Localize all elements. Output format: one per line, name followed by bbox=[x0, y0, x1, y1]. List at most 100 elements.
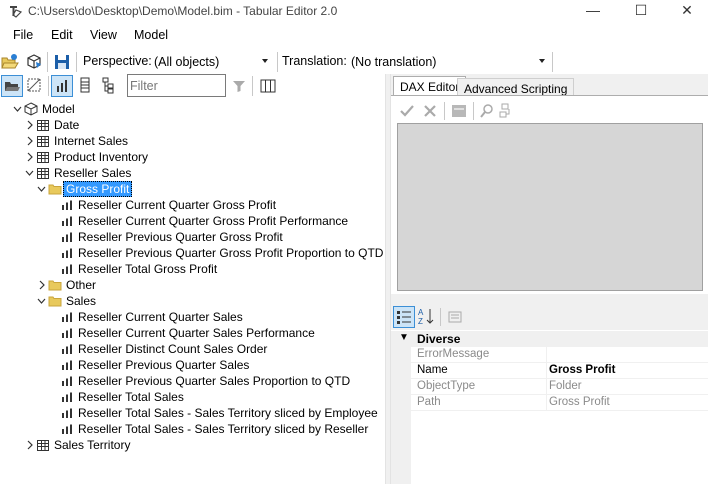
minimize-button[interactable]: — bbox=[570, 0, 616, 22]
window-title: C:\Users\do\Desktop\Demo\Model.bim - Tab… bbox=[28, 4, 338, 18]
tree-node[interactable]: Reseller Previous Quarter Gross Profit bbox=[0, 229, 385, 245]
collapsed-chevron-icon[interactable] bbox=[25, 119, 34, 131]
maximize-button[interactable]: ☐ bbox=[618, 0, 664, 22]
tree-node[interactable]: Model bbox=[0, 101, 385, 117]
tree-node[interactable]: Reseller Total Gross Profit bbox=[0, 261, 385, 277]
filter-box[interactable] bbox=[127, 74, 226, 97]
show-hidden-toggle[interactable] bbox=[1, 75, 23, 97]
tree-node[interactable]: Reseller Total Sales bbox=[0, 389, 385, 405]
property-row[interactable]: Path Gross Profit bbox=[391, 395, 708, 411]
tree-node[interactable]: Other bbox=[0, 277, 385, 293]
tree-node[interactable]: Gross Profit bbox=[0, 181, 385, 197]
tree-node[interactable]: Reseller Sales bbox=[0, 165, 385, 181]
property-row[interactable]: ErrorMessage bbox=[391, 347, 708, 363]
menu-model[interactable]: Model bbox=[134, 28, 168, 42]
perspective-dropdown[interactable]: (All objects) bbox=[152, 52, 272, 72]
tree-node-label: Reseller Previous Quarter Sales Proporti… bbox=[78, 374, 351, 388]
expanded-chevron-icon[interactable] bbox=[37, 295, 46, 307]
property-category-diverse[interactable]: ▼ Diverse bbox=[391, 331, 708, 347]
property-divider bbox=[546, 363, 547, 379]
measure-icon bbox=[60, 342, 74, 356]
find-magnifier-icon[interactable] bbox=[479, 103, 495, 119]
expanded-chevron-icon[interactable] bbox=[25, 167, 34, 179]
property-value: Gross Profit bbox=[549, 396, 610, 408]
tree-node[interactable]: Internet Sales bbox=[0, 133, 385, 149]
property-row[interactable]: ObjectType Folder bbox=[391, 379, 708, 395]
expanded-chevron-icon[interactable] bbox=[13, 103, 22, 115]
columns-view-icon[interactable] bbox=[259, 77, 277, 95]
tab-dax-editor[interactable]: DAX Editor bbox=[393, 76, 467, 96]
close-button[interactable]: ✕ bbox=[664, 0, 708, 22]
save-icon[interactable] bbox=[53, 53, 71, 71]
tree-node[interactable]: Date bbox=[0, 117, 385, 133]
property-row[interactable]: Name Gross Profit bbox=[391, 363, 708, 379]
collapsed-chevron-icon[interactable] bbox=[25, 439, 34, 451]
deploy-cube-icon[interactable] bbox=[25, 53, 43, 71]
categorized-button[interactable] bbox=[393, 306, 415, 328]
folder-icon bbox=[48, 182, 62, 196]
property-category-label: Diverse bbox=[417, 332, 461, 346]
measure-icon bbox=[60, 326, 74, 340]
tree-node[interactable]: Reseller Current Quarter Sales Performan… bbox=[0, 325, 385, 341]
show-all-columns-toggle[interactable] bbox=[24, 75, 46, 97]
tree-node[interactable]: Reseller Distinct Count Sales Order bbox=[0, 341, 385, 357]
replace-icon[interactable] bbox=[497, 103, 513, 119]
tree-node[interactable]: Reseller Current Quarter Gross Profit Pe… bbox=[0, 213, 385, 229]
show-columns-toggle[interactable] bbox=[75, 75, 97, 97]
property-value: Folder bbox=[549, 380, 582, 392]
title-bar: C:\Users\do\Desktop\Demo\Model.bim - Tab… bbox=[0, 0, 708, 22]
tree-node[interactable]: Reseller Previous Quarter Gross Profit P… bbox=[0, 245, 385, 261]
tree-node[interactable]: Reseller Previous Quarter Sales Proporti… bbox=[0, 373, 385, 389]
menu-edit[interactable]: Edit bbox=[51, 28, 73, 42]
dax-toolbar bbox=[397, 101, 703, 121]
chevron-down-icon bbox=[262, 59, 268, 63]
funnel-filter-icon[interactable] bbox=[231, 78, 247, 94]
collapsed-chevron-icon[interactable] bbox=[37, 279, 46, 291]
property-divider bbox=[546, 379, 547, 395]
property-key: Name bbox=[417, 364, 448, 376]
dax-format-icon[interactable] bbox=[451, 103, 467, 119]
tree-node-label: Internet Sales bbox=[54, 134, 129, 148]
collapsed-chevron-icon[interactable] bbox=[25, 135, 34, 147]
svg-text:Z: Z bbox=[418, 317, 423, 326]
tree-node-label: Reseller Current Quarter Sales Performan… bbox=[78, 326, 315, 340]
tree-node[interactable]: Reseller Current Quarter Gross Profit bbox=[0, 197, 385, 213]
tree-node[interactable]: Sales Territory bbox=[0, 437, 385, 453]
tree-node-label: Reseller Previous Quarter Gross Profit P… bbox=[78, 246, 384, 260]
translation-dropdown[interactable]: (No translation) bbox=[349, 52, 549, 72]
accept-check-icon[interactable] bbox=[399, 103, 415, 119]
collapsed-chevron-icon[interactable] bbox=[25, 151, 34, 163]
tab-advanced-scripting[interactable]: Advanced Scripting bbox=[457, 78, 575, 96]
menu-file[interactable]: File bbox=[13, 28, 33, 42]
main-toolbar: Perspective: (All objects) Translation: … bbox=[0, 50, 708, 74]
tree-node[interactable]: Reseller Current Quarter Sales bbox=[0, 309, 385, 325]
column-icon bbox=[80, 77, 90, 93]
alphabetical-button[interactable]: A Z bbox=[416, 306, 438, 328]
tree-node-label: Sales bbox=[66, 294, 97, 308]
show-measures-toggle[interactable] bbox=[51, 75, 73, 97]
expanded-chevron-icon[interactable] bbox=[37, 183, 46, 195]
tree-node[interactable]: Reseller Previous Quarter Sales bbox=[0, 357, 385, 373]
property-grid-toolbar: A Z bbox=[391, 305, 708, 329]
tree-node[interactable]: Sales bbox=[0, 293, 385, 309]
measure-icon bbox=[60, 390, 74, 404]
collapse-chevron-icon[interactable]: ▼ bbox=[399, 332, 409, 343]
open-folder-icon[interactable] bbox=[1, 53, 19, 71]
menu-view[interactable]: View bbox=[90, 28, 117, 42]
translation-label: Translation: bbox=[282, 54, 347, 68]
tree-node[interactable]: Reseller Total Sales - Sales Territory s… bbox=[0, 421, 385, 437]
table-icon bbox=[36, 134, 50, 148]
filter-input[interactable] bbox=[130, 76, 224, 95]
table-icon bbox=[36, 150, 50, 164]
dax-expression-editor[interactable] bbox=[397, 123, 703, 291]
measure-icon bbox=[60, 230, 74, 244]
measure-icon bbox=[60, 422, 74, 436]
property-value[interactable]: Gross Profit bbox=[549, 364, 615, 376]
property-pages-icon[interactable] bbox=[447, 309, 463, 325]
categorized-list-icon bbox=[397, 311, 411, 324]
cancel-x-icon[interactable] bbox=[422, 103, 438, 119]
tree-node[interactable]: Reseller Total Sales - Sales Territory s… bbox=[0, 405, 385, 421]
tree-node[interactable]: Product Inventory bbox=[0, 149, 385, 165]
model-tree: Model Date Internet Sales Product Inventory… bbox=[0, 100, 385, 484]
show-hierarchies-toggle[interactable] bbox=[99, 75, 121, 97]
